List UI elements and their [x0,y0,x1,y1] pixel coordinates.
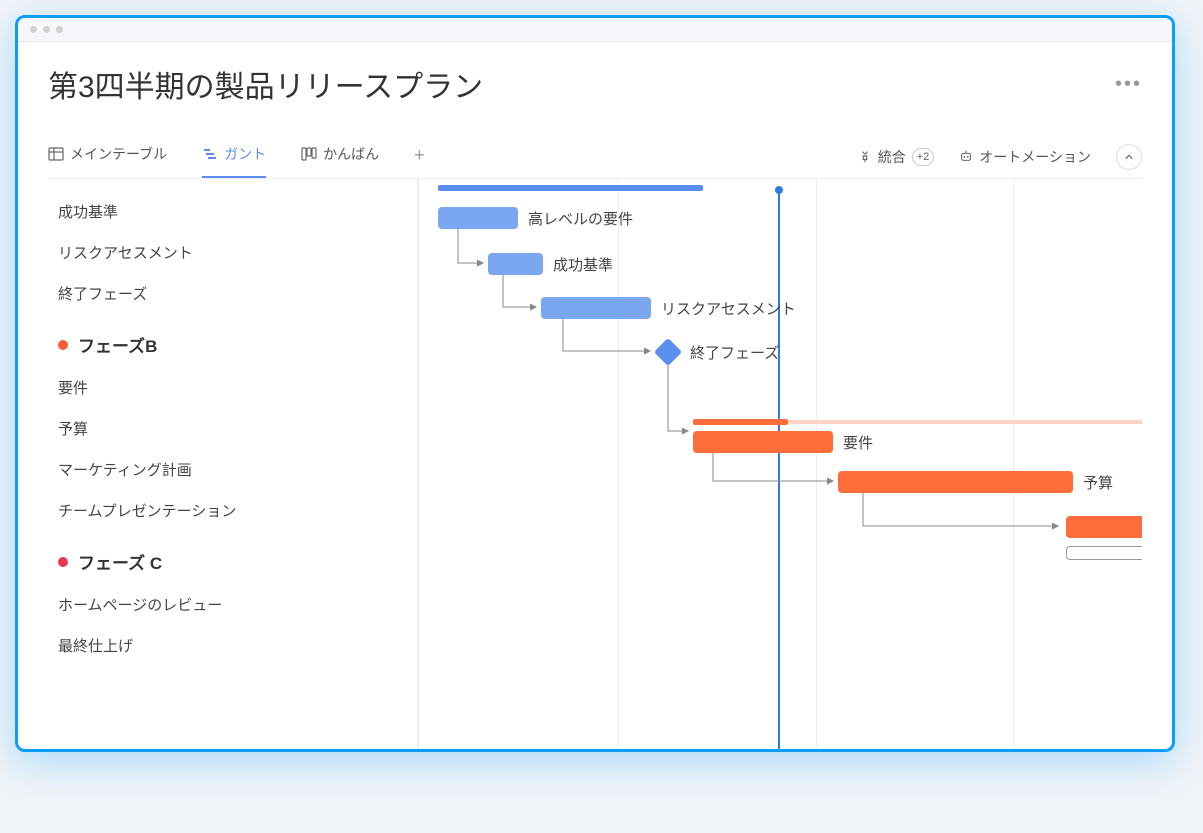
window-title-bar [18,18,1172,42]
phase-color-dot [58,557,68,567]
task-item[interactable]: マーケティング計画 [58,449,417,490]
phase-b-summary-light[interactable] [788,420,1142,424]
tab-main-table[interactable]: メインテーブル [48,136,167,178]
task-item[interactable]: 成功基準 [58,191,417,232]
app-window: 第3四半期の製品リリースプラン ••• メインテーブル ガント [15,15,1175,752]
automation-label: オートメーション [979,147,1091,167]
collapse-button[interactable] [1116,144,1142,170]
page-title-row: 第3四半期の製品リリースプラン ••• [48,62,1142,106]
gantt-icon [202,146,218,162]
gantt-bar-outline[interactable] [1066,546,1142,560]
phase-b-summary-solid[interactable] [693,419,788,425]
gantt-bar-label: 高レベルの要件 [528,208,633,229]
gantt-bar-label: 成功基準 [553,254,613,275]
task-item[interactable]: 予算 [58,408,417,449]
phase-title: フェーズB [78,332,157,357]
phase-header-b[interactable]: フェーズB [58,314,417,367]
tab-label: かんばん [323,144,379,164]
task-item[interactable]: チームプレゼンテーション [58,490,417,531]
gantt-bar-budget[interactable]: 予算 [838,471,1073,493]
tab-label: メインテーブル [70,144,167,164]
window-dot [30,26,37,33]
window-dot [43,26,50,33]
task-item[interactable]: リスクアセスメント [58,232,417,273]
phase-title: フェーズ C [78,549,162,574]
grid-line [618,179,619,749]
toolbar-right: 統合 +2 オートメーション [858,144,1142,170]
table-icon [48,146,64,162]
today-marker-line [778,189,780,749]
today-marker-dot [775,186,783,194]
task-item[interactable]: 最終仕上げ [58,625,417,666]
phase-header-c[interactable]: フェーズ C [58,531,417,584]
robot-icon [959,149,973,166]
gantt-bar-label: 予算 [1083,472,1113,493]
gantt-milestone-endphase[interactable]: 終了フェーズ [658,342,678,362]
tab-kanban[interactable]: かんばん [301,136,379,178]
integrate-label: 統合 [878,147,906,167]
gantt-chart-area[interactable]: 高レベルの要件 成功基準 リスクアセスメント 終了フェーズ 要件 [418,179,1142,749]
gantt-bar-requirements[interactable]: 要件 [693,431,833,453]
task-item[interactable]: 終了フェーズ [58,273,417,314]
view-toolbar: メインテーブル ガント かんばん + [48,136,1142,179]
plug-icon [858,149,872,166]
gantt-container: 成功基準 リスクアセスメント 終了フェーズ フェーズB 要件 予算 マーケティン… [48,179,1142,749]
gantt-bar-label: 要件 [843,432,873,453]
phase-color-dot [58,340,68,350]
grid-line [816,179,817,749]
task-list-sidebar: 成功基準 リスクアセスメント 終了フェーズ フェーズB 要件 予算 マーケティン… [48,179,418,749]
toolbar-left: メインテーブル ガント かんばん + [48,136,425,178]
window-dot [56,26,63,33]
task-item[interactable]: ホームページのレビュー [58,584,417,625]
more-menu-icon[interactable]: ••• [1115,73,1142,96]
add-tab-button[interactable]: + [414,145,425,170]
automation-button[interactable]: オートメーション [959,147,1091,167]
gantt-bar-marketing[interactable] [1066,516,1142,538]
diamond-icon [654,338,682,366]
task-item[interactable]: 要件 [58,367,417,408]
phase-summary-bar[interactable] [438,185,703,191]
integrate-badge: +2 [912,148,935,166]
gantt-bar-highlevel[interactable]: 高レベルの要件 [438,207,518,229]
gantt-bar-label: リスクアセスメント [661,298,796,319]
content-area: 第3四半期の製品リリースプラン ••• メインテーブル ガント [18,42,1172,749]
page-title: 第3四半期の製品リリースプラン [48,62,483,106]
kanban-icon [301,146,317,162]
gantt-bar-label: 終了フェーズ [690,342,779,363]
grid-line [1013,179,1014,749]
tab-label: ガント [224,144,266,164]
gantt-bar-risk[interactable]: リスクアセスメント [541,297,651,319]
grid-line [418,179,419,749]
tab-gantt[interactable]: ガント [202,136,266,178]
integrate-button[interactable]: 統合 +2 [858,147,935,167]
gantt-bar-success[interactable]: 成功基準 [488,253,543,275]
